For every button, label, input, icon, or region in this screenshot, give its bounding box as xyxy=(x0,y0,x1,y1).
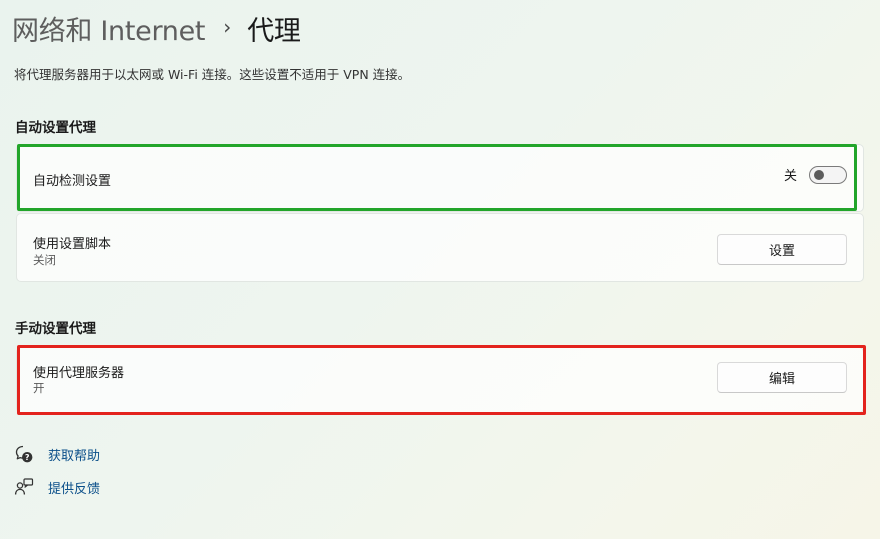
proxy-server-label: 使用代理服务器 xyxy=(33,366,125,381)
chevron-right-icon: › xyxy=(223,15,232,39)
setup-script-card: 使用设置脚本 关闭 设置 xyxy=(16,213,864,282)
page-description: 将代理服务器用于以太网或 Wi-Fi 连接。这些设置不适用于 VPN 连接。 xyxy=(14,67,411,82)
page-title: 代理 xyxy=(247,15,301,47)
feedback-icon xyxy=(14,477,34,497)
toggle-knob xyxy=(814,169,824,180)
setup-script-status: 关闭 xyxy=(33,253,56,267)
setup-script-button[interactable]: 设置 xyxy=(717,234,847,265)
toggle-state-label: 关 xyxy=(783,169,797,184)
get-help-label: 获取帮助 xyxy=(48,448,101,464)
help-chat-icon: ? xyxy=(14,444,34,464)
section-title-auto-proxy: 自动设置代理 xyxy=(15,120,96,136)
get-help-link[interactable]: ? 获取帮助 xyxy=(14,444,100,464)
breadcrumb: 网络和 Internet › 代理 xyxy=(12,6,301,50)
auto-detect-settings-label: 自动检测设置 xyxy=(33,174,112,189)
svg-text:?: ? xyxy=(25,453,30,462)
setup-script-label: 使用设置脚本 xyxy=(33,237,112,252)
breadcrumb-parent-network-internet[interactable]: 网络和 Internet xyxy=(12,9,206,48)
proxy-server-card: 使用代理服务器 开 编辑 xyxy=(16,347,864,413)
proxy-server-status: 开 xyxy=(33,381,45,395)
auto-detect-settings-card: 自动检测设置 关 xyxy=(16,144,864,212)
feedback-label: 提供反馈 xyxy=(48,481,101,497)
edit-proxy-button[interactable]: 编辑 xyxy=(717,362,847,393)
section-title-manual-proxy: 手动设置代理 xyxy=(15,321,96,337)
feedback-link[interactable]: 提供反馈 xyxy=(14,477,100,497)
auto-detect-toggle-group: 关 xyxy=(784,165,847,184)
auto-detect-toggle[interactable] xyxy=(809,165,847,184)
